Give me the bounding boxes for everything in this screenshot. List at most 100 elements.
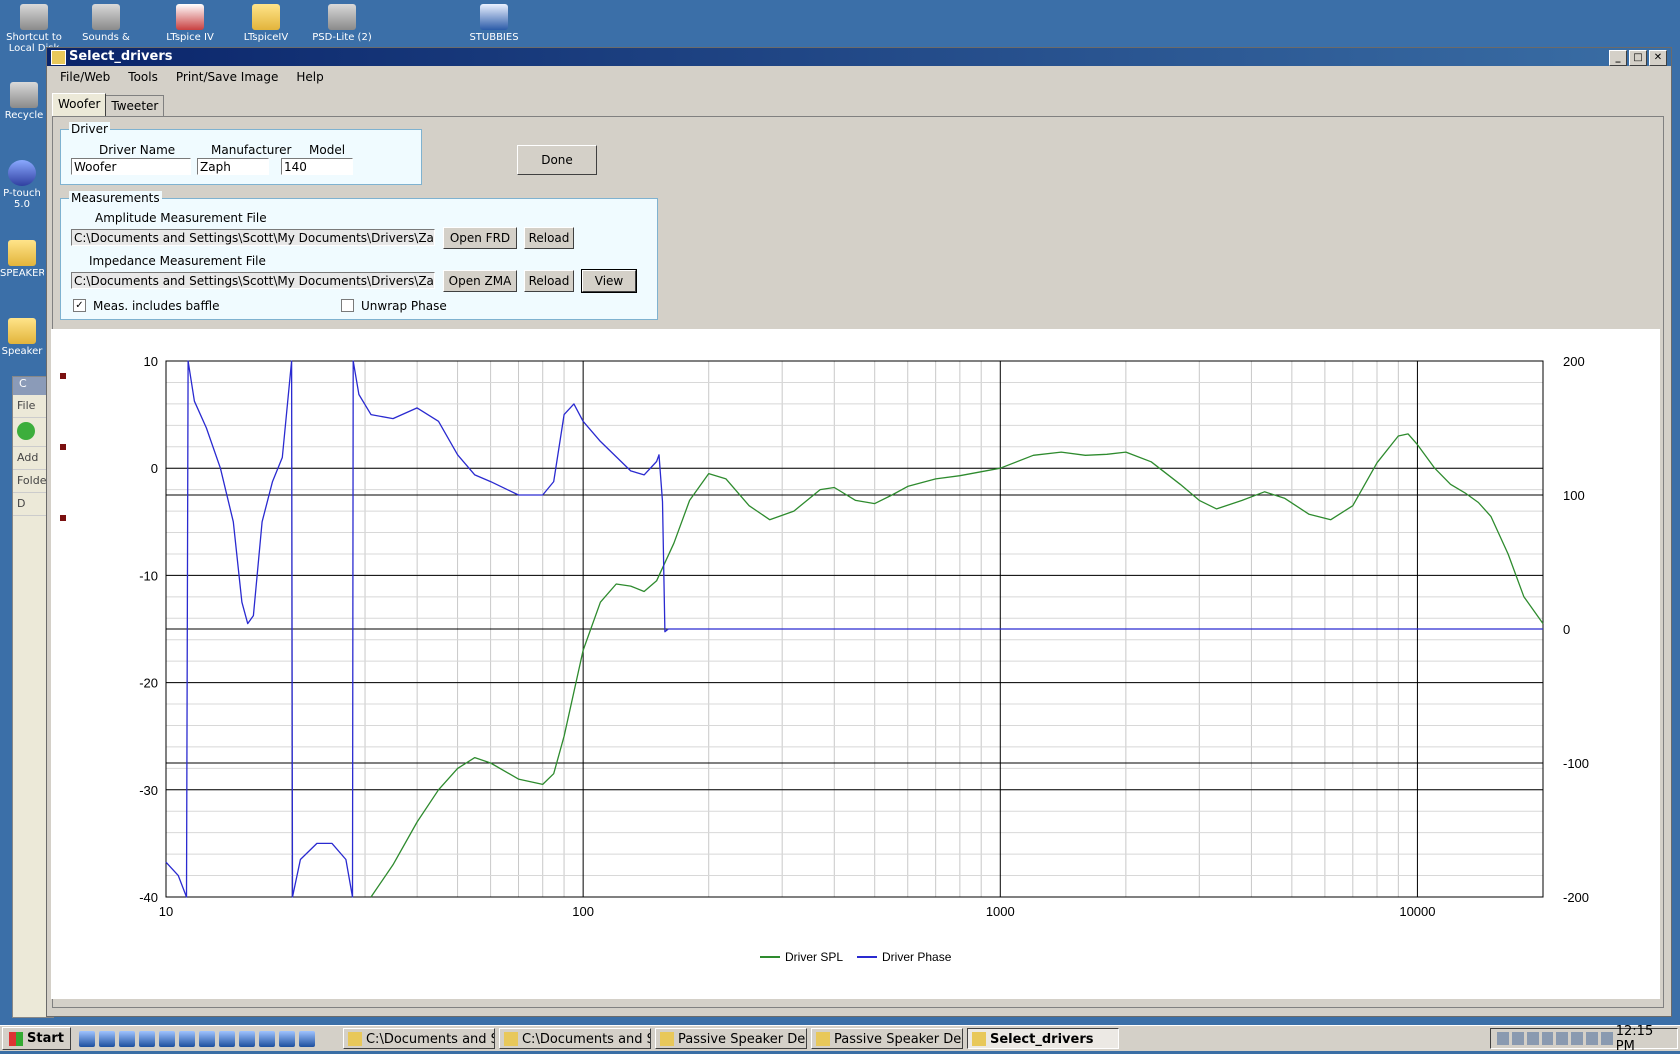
legend-item-spl: Driver SPL xyxy=(760,950,843,964)
menu-tools[interactable]: Tools xyxy=(119,70,167,84)
tray-icon[interactable] xyxy=(1497,1032,1509,1045)
desktop-icon-label: Recycle xyxy=(4,110,44,121)
task-chrome[interactable]: Passive Speaker Des... xyxy=(654,1028,807,1049)
cmd-icon[interactable] xyxy=(198,1030,215,1047)
ie-icon[interactable] xyxy=(78,1030,95,1047)
unwrap-phase-label: Unwrap Phase xyxy=(361,299,447,313)
driver-group: Driver Driver Name Manufacturer Model Wo… xyxy=(60,122,422,185)
ltspice-icon[interactable]: LTspice IV xyxy=(158,4,222,44)
psd-lite-icon[interactable]: PSD-Lite (2) xyxy=(310,4,374,44)
stubbies-word-icon[interactable]: STUBBIES xyxy=(462,4,526,44)
menu-file-web[interactable]: File/Web xyxy=(51,70,119,84)
driver-tabs: Woofer Tweeter xyxy=(52,93,165,118)
tray-icon[interactable] xyxy=(1526,1032,1539,1045)
system-tray: 12:15 PM xyxy=(1490,1024,1678,1054)
legend-swatch-phase xyxy=(857,956,878,958)
impedance-file-path[interactable]: C:\Documents and Settings\Scott\My Docum… xyxy=(71,272,435,289)
notepad-icon[interactable] xyxy=(298,1030,315,1047)
driver-name-label: Driver Name xyxy=(99,143,176,157)
desktop-icon-label: LTspiceIV xyxy=(243,32,289,43)
windows-flag-icon xyxy=(9,1031,23,1046)
taskbar: Start C:\Documents and S... C:\Documents… xyxy=(0,1024,1680,1054)
manufacturer-field[interactable]: Zaph xyxy=(197,158,269,175)
open-zma-button[interactable]: Open ZMA xyxy=(443,270,517,292)
driver-name-field[interactable]: Woofer xyxy=(71,158,191,175)
start-button[interactable]: Start xyxy=(2,1027,71,1050)
legend-swatch-spl xyxy=(760,956,780,958)
word-icon[interactable] xyxy=(238,1030,255,1047)
impedance-file-label: Impedance Measurement File xyxy=(89,254,266,268)
tray-icon[interactable] xyxy=(1556,1032,1569,1045)
desktop-icon-label: P-touch 5.0 xyxy=(3,188,41,210)
menu-bar: File/Web Tools Print/Save Image Help xyxy=(47,66,1671,88)
desktop-icon-label: Speaker xyxy=(1,346,43,357)
legend-label-spl: Driver SPL xyxy=(785,950,844,964)
baffle-checkbox-label: Meas. includes baffle xyxy=(93,299,220,313)
unwrap-phase-checkbox[interactable] xyxy=(341,299,354,312)
done-button[interactable]: Done xyxy=(517,145,597,175)
chrome-icon[interactable] xyxy=(178,1030,195,1047)
desktop-icon-label: STUBBIES xyxy=(469,32,519,43)
ltspice-folder-icon[interactable]: LTspiceIV xyxy=(234,4,298,44)
volume-icon[interactable] xyxy=(1571,1032,1584,1045)
media-player-icon[interactable] xyxy=(138,1030,155,1047)
view-impedance-button[interactable]: View xyxy=(581,269,637,293)
plot-marker xyxy=(60,515,66,521)
manufacturer-label: Manufacturer xyxy=(211,143,292,157)
plot-marker xyxy=(60,373,66,379)
window-title: Select_drivers xyxy=(69,49,173,64)
app-icon[interactable] xyxy=(158,1030,175,1047)
baffle-checkbox[interactable]: ✓ xyxy=(73,299,86,312)
legend-item-phase: Driver Phase xyxy=(857,950,951,964)
folder-icon[interactable] xyxy=(218,1030,235,1047)
model-label: Model xyxy=(309,143,346,157)
check-icon: ✓ xyxy=(75,300,84,311)
tray-icon[interactable] xyxy=(1541,1032,1554,1045)
task-explorer-1[interactable]: C:\Documents and S... xyxy=(342,1028,495,1049)
desktop-icon-label: SPEAKER xyxy=(0,268,44,279)
task-explorer-2[interactable]: C:\Documents and S... xyxy=(498,1028,651,1049)
open-frd-button[interactable]: Open FRD xyxy=(443,227,517,249)
plot-marker xyxy=(60,444,66,450)
desktop-icon-label: Sounds & xyxy=(82,32,130,43)
tab-woofer[interactable]: Woofer xyxy=(52,93,107,116)
tab-tweeter[interactable]: Tweeter xyxy=(105,95,165,118)
recycle-bin-icon[interactable]: Recycle xyxy=(2,82,46,121)
reload-amplitude-button[interactable]: Reload xyxy=(524,227,574,249)
minimize-button[interactable]: _ xyxy=(1609,50,1627,66)
task-passive-speaker[interactable]: Passive Speaker Des... xyxy=(810,1028,963,1049)
help-icon[interactable] xyxy=(278,1030,295,1047)
amplitude-file-label: Amplitude Measurement File xyxy=(95,211,267,225)
driver-group-legend: Driver xyxy=(69,122,110,136)
outlook-icon[interactable] xyxy=(98,1030,115,1047)
chart-legend: Driver SPL Driver Phase xyxy=(760,950,951,964)
speaker-folder-icon[interactable]: SPEAKER xyxy=(0,240,44,279)
tray-icon[interactable] xyxy=(1586,1032,1598,1045)
close-button[interactable]: ✕ xyxy=(1649,50,1667,66)
speaker-shortcut-icon[interactable]: Speaker xyxy=(0,318,44,357)
clock: 12:15 PM xyxy=(1615,1023,1654,1054)
quick-launch xyxy=(78,1030,315,1047)
reload-impedance-button[interactable]: Reload xyxy=(524,270,574,292)
start-label: Start xyxy=(27,1031,64,1046)
model-field[interactable]: 140 xyxy=(281,158,353,175)
menu-help[interactable]: Help xyxy=(287,70,332,84)
app-icon xyxy=(51,50,66,65)
network-icon[interactable] xyxy=(118,1030,135,1047)
maximize-button[interactable]: □ xyxy=(1629,50,1647,66)
measurements-group: Measurements Amplitude Measurement File … xyxy=(60,191,658,320)
tray-icon[interactable] xyxy=(1511,1032,1524,1045)
desktop-icon-label: LTspice IV xyxy=(166,32,214,43)
plot-area xyxy=(51,329,1660,999)
ptouch-icon[interactable]: P-touch 5.0 xyxy=(0,160,44,210)
menu-print-save-image[interactable]: Print/Save Image xyxy=(167,70,288,84)
tray-icon[interactable] xyxy=(1600,1032,1613,1045)
amplitude-file-path[interactable]: C:\Documents and Settings\Scott\My Docum… xyxy=(71,229,435,246)
title-bar[interactable]: Select_drivers _ □ ✕ xyxy=(47,48,1671,66)
excel-icon[interactable] xyxy=(258,1030,275,1047)
desktop-icon-label: PSD-Lite (2) xyxy=(312,32,372,43)
sounds-icon[interactable]: Sounds & xyxy=(74,4,138,44)
measurements-group-legend: Measurements xyxy=(69,191,162,205)
legend-label-phase: Driver Phase xyxy=(882,950,952,964)
task-select-drivers[interactable]: Select_drivers xyxy=(966,1028,1119,1049)
